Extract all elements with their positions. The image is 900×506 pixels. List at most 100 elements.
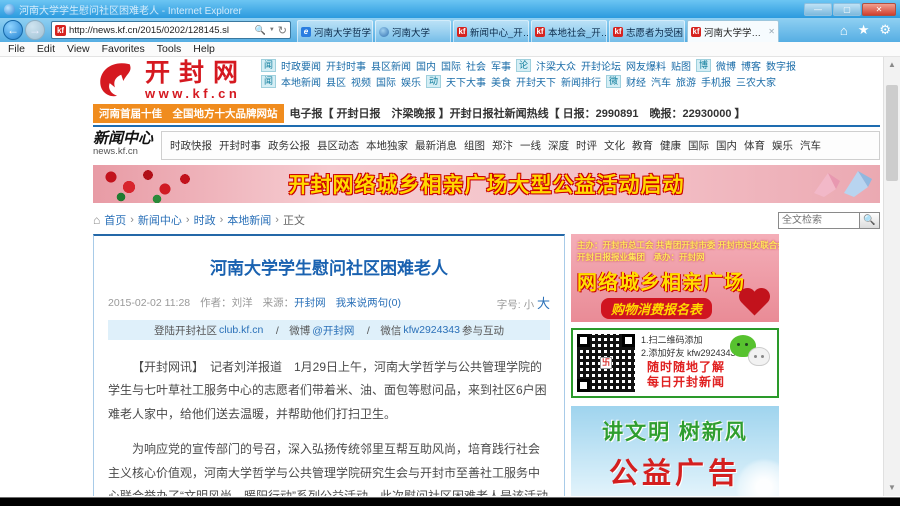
address-bar[interactable]: kf http://news.kf.cn/2015/0202/128145.sl…: [51, 21, 291, 39]
article-source-link[interactable]: 开封网: [294, 297, 326, 309]
public-service-ad[interactable]: 讲文明 树新风 公益广告: [571, 406, 779, 496]
home-icon[interactable]: ⌂: [840, 23, 848, 38]
comments-link[interactable]: 我来说两句(0): [336, 295, 401, 310]
top-nav-link[interactable]: 国内: [416, 58, 436, 73]
minimize-button[interactable]: —: [804, 3, 832, 16]
top-nav-link[interactable]: 数字报: [766, 58, 796, 73]
scrollbar-thumb[interactable]: [886, 85, 898, 181]
top-nav-link[interactable]: 美食: [491, 74, 511, 89]
community-link[interactable]: club.kf.cn: [219, 324, 263, 336]
scroll-down-arrow[interactable]: ▼: [884, 480, 900, 496]
wechat-id-link[interactable]: kfw2924343: [403, 324, 460, 336]
top-nav-link[interactable]: 微博: [716, 58, 736, 73]
top-nav-link[interactable]: 贴图: [671, 58, 691, 73]
news-center-link[interactable]: 体育: [744, 138, 765, 153]
top-nav-link[interactable]: 汽车: [651, 74, 671, 89]
tab-6-active[interactable]: kf河南大学学…✕: [687, 20, 779, 42]
menu-item[interactable]: View: [67, 43, 90, 55]
top-nav-link[interactable]: 新闻排行: [561, 74, 601, 89]
top-nav-link[interactable]: 国际: [441, 58, 461, 73]
home-breadcrumb-icon[interactable]: ⌂: [93, 213, 100, 227]
tab-2[interactable]: 河南大学: [375, 20, 451, 42]
top-nav-link[interactable]: 手机报: [701, 74, 731, 89]
news-center-link[interactable]: 深度: [548, 138, 569, 153]
top-nav-link[interactable]: 娱乐: [401, 74, 421, 89]
tab-5[interactable]: kf志愿者为受困…: [609, 20, 685, 42]
menu-item[interactable]: Edit: [37, 43, 55, 55]
top-nav-link[interactable]: 视频: [351, 74, 371, 89]
top-nav-link[interactable]: 开封论坛: [581, 58, 621, 73]
top-nav-link[interactable]: 旅游: [676, 74, 696, 89]
news-center-link[interactable]: 开封时事: [219, 138, 261, 153]
top-nav-link[interactable]: 国际: [376, 74, 396, 89]
top-nav-link[interactable]: 动: [426, 75, 441, 88]
wechat-qr-card[interactable]: 卐 1.扫二维码添加 2.添加好友 kfw2924343 随时随地了解 每日开封…: [571, 328, 779, 398]
news-center-link[interactable]: 娱乐: [772, 138, 793, 153]
favorites-star-icon[interactable]: ★: [858, 22, 870, 38]
top-nav-link[interactable]: 三农大家: [736, 74, 776, 89]
news-center-link[interactable]: 文化: [604, 138, 625, 153]
news-center-link[interactable]: 本地独家: [366, 138, 408, 153]
menu-item[interactable]: File: [8, 43, 25, 55]
top-nav-link[interactable]: 军事: [491, 58, 511, 73]
site-search-button[interactable]: 🔍: [860, 212, 880, 229]
top-nav-link[interactable]: 天下大事: [446, 74, 486, 89]
breadcrumb-home[interactable]: 首页: [104, 212, 126, 228]
top-nav-link[interactable]: 论: [516, 59, 531, 72]
top-nav-link[interactable]: 汴梁大众: [536, 58, 576, 73]
top-nav-link[interactable]: 开封时事: [326, 58, 366, 73]
matchmaking-ad[interactable]: 主办：开封市总工会 共青团开封市委 开封市妇女联合会 开封日报报业集团 承办：开…: [571, 234, 779, 322]
news-center-link[interactable]: 时政快报: [170, 138, 212, 153]
top-nav-link[interactable]: 本地新闻: [281, 74, 321, 89]
tab-3[interactable]: kf新闻中心_开…: [453, 20, 529, 42]
weibo-link[interactable]: @开封网: [312, 323, 354, 338]
breadcrumb-section[interactable]: 本地新闻: [227, 212, 271, 228]
breadcrumb-newscenter[interactable]: 新闻中心: [138, 212, 182, 228]
top-nav-link[interactable]: 博: [696, 59, 711, 72]
top-nav-link[interactable]: 网友爆料: [626, 58, 666, 73]
news-center-link[interactable]: 郑汴: [492, 138, 513, 153]
vertical-scrollbar[interactable]: ▲ ▼: [883, 57, 900, 496]
news-center-link[interactable]: 国内: [716, 138, 737, 153]
top-nav-link[interactable]: 博客: [741, 58, 761, 73]
menu-item[interactable]: Favorites: [102, 43, 145, 55]
news-center-link[interactable]: 县区动态: [317, 138, 359, 153]
tab-1[interactable]: e河南大学哲学…: [297, 20, 373, 42]
top-nav-link[interactable]: 时政要闻: [281, 58, 321, 73]
top-nav-link[interactable]: 开封天下: [516, 74, 556, 89]
news-center-link[interactable]: 组图: [464, 138, 485, 153]
settings-gear-icon[interactable]: ⚙: [879, 22, 891, 38]
news-center-link[interactable]: 健康: [660, 138, 681, 153]
menu-item[interactable]: Help: [193, 43, 215, 55]
scroll-up-arrow[interactable]: ▲: [884, 57, 900, 73]
font-large-button[interactable]: 大: [537, 296, 550, 311]
back-button[interactable]: ←: [3, 20, 23, 40]
url-text[interactable]: http://news.kf.cn/2015/0202/128145.sl: [69, 25, 255, 36]
breadcrumb-channel[interactable]: 时政: [194, 212, 216, 228]
refresh-icon[interactable]: ↻: [278, 24, 287, 37]
tab-4[interactable]: kf本地社会_开…: [531, 20, 607, 42]
close-button[interactable]: ✕: [862, 3, 896, 16]
top-nav-link[interactable]: 县区: [326, 74, 346, 89]
top-nav-link[interactable]: 闻: [261, 75, 276, 88]
address-dropdown-icon[interactable]: ▼: [269, 27, 275, 33]
site-search-input[interactable]: [778, 212, 860, 229]
address-search-icon[interactable]: 🔍: [255, 25, 266, 36]
font-small-button[interactable]: 小: [524, 299, 535, 311]
news-center-link[interactable]: 教育: [632, 138, 653, 153]
menu-item[interactable]: Tools: [157, 43, 182, 55]
news-center-link[interactable]: 国际: [688, 138, 709, 153]
tab-close-icon[interactable]: ✕: [768, 27, 775, 36]
maximize-button[interactable]: ▢: [833, 3, 861, 16]
top-nav-link[interactable]: 微: [606, 75, 621, 88]
forward-button[interactable]: →: [25, 20, 45, 40]
campaign-banner[interactable]: 开封网络城乡相亲广场大型公益活动启动: [93, 165, 880, 203]
news-center-link[interactable]: 最新消息: [415, 138, 457, 153]
news-center-link[interactable]: 政务公报: [268, 138, 310, 153]
news-center-link[interactable]: 时评: [576, 138, 597, 153]
news-center-link[interactable]: 一线: [520, 138, 541, 153]
top-nav-link[interactable]: 社会: [466, 58, 486, 73]
top-nav-link[interactable]: 财经: [626, 74, 646, 89]
top-nav-link[interactable]: 闻: [261, 59, 276, 72]
top-nav-link[interactable]: 县区新闻: [371, 58, 411, 73]
